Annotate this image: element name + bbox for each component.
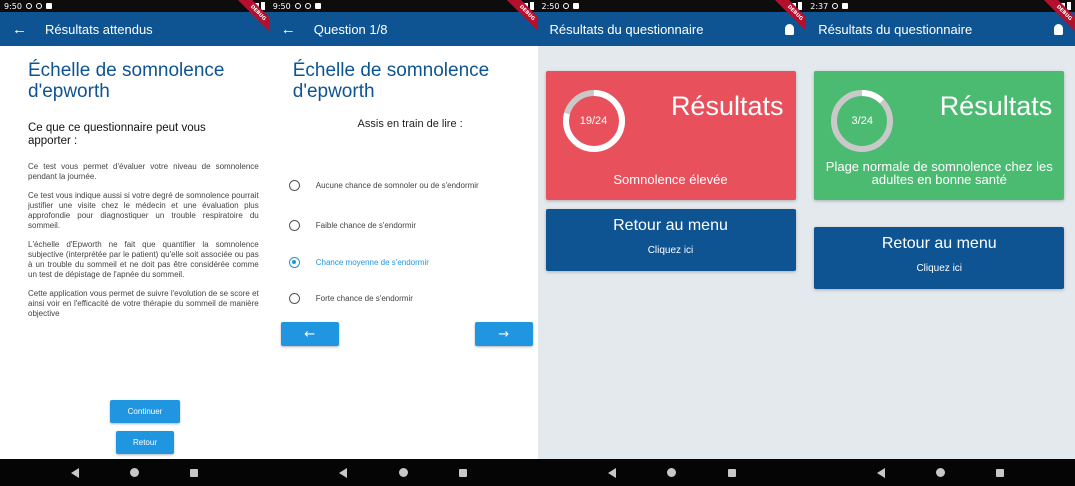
- status-bar: 9:50: [0, 0, 269, 12]
- paragraph: Ce test vous indique aussi si votre degr…: [28, 191, 259, 230]
- screen-results-high: 2:50 DEBUG Résultats du questionnaire 19…: [537, 0, 807, 486]
- radio-button[interactable]: [288, 180, 300, 191]
- result-title: Résultats: [939, 91, 1053, 121]
- score-text: 3/24: [851, 115, 873, 127]
- system-nav-bar: [268, 459, 538, 486]
- back-arrow-icon[interactable]: ←: [281, 21, 296, 38]
- nav-recents-icon[interactable]: [727, 468, 736, 477]
- shield-icon: [304, 3, 311, 9]
- menu-subtitle: Cliquez ici: [916, 263, 963, 274]
- paragraph: Cette application vous permet de suivre …: [28, 289, 259, 318]
- result-card: 3/24 Résultats Plage normale de somnolen…: [814, 71, 1065, 200]
- app-bar: Résultats du questionnaire: [806, 12, 1075, 46]
- settings-icon: [294, 3, 301, 9]
- nav-back-icon[interactable]: [339, 467, 348, 478]
- answer-option[interactable]: Faible chance de s'endormir: [288, 220, 524, 231]
- paragraph: L'échelle d'Epworth ne fait que quantifi…: [28, 240, 259, 279]
- arrow-left-icon: ←: [304, 326, 316, 342]
- nav-back-icon[interactable]: [70, 467, 79, 478]
- status-time: 9:50: [272, 1, 291, 11]
- nav-home-icon[interactable]: [936, 468, 946, 477]
- radio-button-selected[interactable]: [288, 257, 300, 268]
- sd-card-icon: [573, 3, 580, 9]
- arrow-right-icon: →: [498, 326, 510, 342]
- app-bar-title: Question 1/8: [313, 21, 388, 37]
- menu-subtitle: Cliquez ici: [647, 245, 694, 256]
- radio-button[interactable]: [288, 220, 300, 231]
- previous-button[interactable]: ←: [280, 322, 339, 346]
- option-label: Forte chance de s'endormir: [315, 294, 413, 303]
- system-nav-bar: [537, 459, 807, 486]
- back-button[interactable]: Retour: [116, 431, 174, 454]
- result-caption: Plage normale de somnolence chez les adu…: [825, 159, 1053, 187]
- next-button[interactable]: →: [474, 322, 533, 346]
- nav-recents-icon[interactable]: [190, 468, 199, 477]
- status-time: 2:50: [541, 1, 560, 11]
- back-to-menu-button[interactable]: Retour au menu Cliquez ici: [545, 209, 796, 271]
- nav-home-icon[interactable]: [129, 468, 139, 477]
- result-title: Résultats: [670, 91, 784, 121]
- menu-title: Retour au menu: [613, 217, 728, 234]
- status-bar: 2:50: [537, 0, 807, 12]
- system-nav-bar: [806, 459, 1075, 486]
- app-bar: Résultats du questionnaire: [537, 12, 807, 46]
- nav-home-icon[interactable]: [398, 468, 408, 477]
- nav-back-icon[interactable]: [608, 467, 617, 478]
- page-title: Échelle de somnolence d'epworth: [292, 60, 490, 102]
- nav-recents-icon[interactable]: [458, 468, 467, 477]
- sd-card-icon: [45, 3, 52, 9]
- continue-button[interactable]: Continuer: [110, 400, 180, 423]
- answer-option-selected[interactable]: Chance moyenne de s'endormir: [288, 257, 524, 268]
- radio-button[interactable]: [288, 293, 300, 304]
- lightbulb-icon[interactable]: [785, 23, 795, 35]
- screen-expected-results: 9:50 DEBUG ← Résultats attendus Échelle …: [0, 0, 269, 486]
- status-time: 2:37: [810, 1, 829, 11]
- option-label: Faible chance de s'endormir: [315, 221, 416, 230]
- option-label: Chance moyenne de s'endormir: [315, 258, 429, 267]
- status-bar: 9:50: [268, 0, 538, 12]
- answer-option[interactable]: Forte chance de s'endormir: [288, 293, 524, 304]
- back-to-menu-button[interactable]: Retour au menu Cliquez ici: [814, 227, 1065, 289]
- paragraph: Ce test vous permet d'évaluer votre nive…: [28, 162, 259, 181]
- app-bar-title: Résultats attendus: [45, 21, 153, 37]
- shield-icon: [35, 3, 42, 9]
- sd-card-icon: [314, 3, 321, 9]
- section-subtitle: Ce que ce questionnaire peut vous apport…: [28, 122, 206, 147]
- settings-icon: [563, 3, 570, 9]
- status-bar: 2:37: [806, 0, 1075, 12]
- app-bar: ← Question 1/8: [268, 12, 538, 46]
- screen-question: 9:50 DEBUG ← Question 1/8 Échelle de som…: [268, 0, 538, 486]
- status-time: 9:50: [4, 1, 22, 11]
- page-title: Échelle de somnolence d'epworth: [28, 60, 225, 102]
- menu-title: Retour au menu: [881, 235, 997, 252]
- nav-home-icon[interactable]: [667, 468, 677, 477]
- score-text: 19/24: [579, 115, 608, 127]
- nav-back-icon[interactable]: [876, 467, 885, 478]
- settings-icon: [832, 3, 839, 9]
- app-bar-title: Résultats du questionnaire: [818, 21, 973, 37]
- app-bar: ← Résultats attendus: [0, 12, 269, 46]
- screen-results-normal: 2:37 DEBUG Résultats du questionnaire 3/…: [806, 0, 1075, 486]
- back-arrow-icon[interactable]: ←: [12, 21, 27, 38]
- answer-option[interactable]: Aucune chance de somnoler ou de s'endorm…: [288, 180, 524, 191]
- system-nav-bar: [0, 459, 269, 486]
- result-card: 19/24 Résultats Somnolence élevée: [545, 71, 796, 200]
- lightbulb-icon[interactable]: [1054, 23, 1063, 35]
- nav-recents-icon[interactable]: [996, 468, 1005, 477]
- result-caption: Somnolence élevée: [613, 172, 728, 187]
- option-label: Aucune chance de somnoler ou de s'endorm…: [315, 181, 479, 190]
- sd-card-icon: [842, 3, 849, 9]
- question-text: Assis en train de lire :: [357, 118, 463, 130]
- app-bar-title: Résultats du questionnaire: [549, 21, 704, 37]
- settings-icon: [25, 3, 32, 9]
